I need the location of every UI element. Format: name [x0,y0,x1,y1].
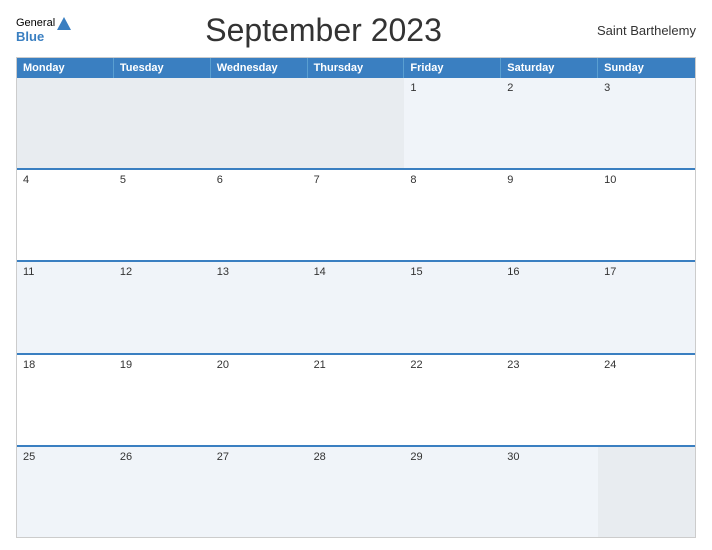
day-number: 17 [604,266,616,278]
day-cell-w2-d2: 5 [114,170,211,260]
week-row-5: 25 26 27 28 29 30 [17,445,695,537]
day-cell-w1-d6: 2 [501,78,598,168]
day-number: 28 [314,451,326,463]
day-number: 30 [507,451,519,463]
header-saturday: Saturday [501,58,598,78]
day-cell-w5-d1: 25 [17,447,114,537]
day-cell-w3-d6: 16 [501,262,598,352]
logo: General Blue [16,17,71,44]
day-cell-w3-d4: 14 [308,262,405,352]
day-cell-w2-d4: 7 [308,170,405,260]
day-cell-w5-d6: 30 [501,447,598,537]
page-header: General Blue September 2023 Saint Barthe… [16,12,696,49]
day-cell-w4-d6: 23 [501,355,598,445]
day-number: 3 [604,82,610,94]
day-cell-w1-d1 [17,78,114,168]
week-row-4: 18 19 20 21 22 23 24 [17,353,695,445]
header-sunday: Sunday [598,58,695,78]
day-number: 19 [120,359,132,371]
day-cell-w4-d4: 21 [308,355,405,445]
day-cell-w1-d4 [308,78,405,168]
day-cell-w5-d4: 28 [308,447,405,537]
day-number: 12 [120,266,132,278]
day-cell-w3-d3: 13 [211,262,308,352]
day-number: 4 [23,174,29,186]
calendar-page: General Blue September 2023 Saint Barthe… [0,0,712,550]
day-number: 2 [507,82,513,94]
day-cell-w2-d1: 4 [17,170,114,260]
day-headers-row: Monday Tuesday Wednesday Thursday Friday… [17,58,695,78]
day-number: 24 [604,359,616,371]
day-cell-w4-d2: 19 [114,355,211,445]
day-cell-w3-d5: 15 [404,262,501,352]
calendar-title: September 2023 [71,12,576,49]
day-cell-w1-d5: 1 [404,78,501,168]
day-number: 23 [507,359,519,371]
day-cell-w3-d2: 12 [114,262,211,352]
day-number: 6 [217,174,223,186]
calendar-grid: Monday Tuesday Wednesday Thursday Friday… [16,57,696,538]
day-number: 10 [604,174,616,186]
day-number: 1 [410,82,416,94]
logo-line: General [16,17,71,30]
day-cell-w3-d7: 17 [598,262,695,352]
day-cell-w5-d2: 26 [114,447,211,537]
day-number: 9 [507,174,513,186]
header-tuesday: Tuesday [114,58,211,78]
day-number: 20 [217,359,229,371]
day-number: 26 [120,451,132,463]
day-number: 5 [120,174,126,186]
day-cell-w1-d2 [114,78,211,168]
day-number: 25 [23,451,35,463]
region-label: Saint Barthelemy [576,23,696,38]
day-cell-w2-d7: 10 [598,170,695,260]
day-number: 22 [410,359,422,371]
day-cell-w5-d3: 27 [211,447,308,537]
week-row-1: 1 2 3 [17,78,695,168]
day-number: 13 [217,266,229,278]
day-number: 7 [314,174,320,186]
day-number: 14 [314,266,326,278]
day-number: 18 [23,359,35,371]
week-row-3: 11 12 13 14 15 16 17 [17,260,695,352]
header-monday: Monday [17,58,114,78]
logo-general-text: General [16,17,55,29]
day-cell-w2-d6: 9 [501,170,598,260]
day-number: 21 [314,359,326,371]
day-cell-w2-d5: 8 [404,170,501,260]
day-number: 27 [217,451,229,463]
day-cell-w5-d7 [598,447,695,537]
header-wednesday: Wednesday [211,58,308,78]
day-cell-w5-d5: 29 [404,447,501,537]
day-number: 29 [410,451,422,463]
calendar-weeks: 1234567891011121314151617181920212223242… [17,78,695,537]
day-cell-w4-d1: 18 [17,355,114,445]
header-thursday: Thursday [308,58,405,78]
logo-triangle-icon [57,17,71,30]
day-number: 15 [410,266,422,278]
day-cell-w4-d3: 20 [211,355,308,445]
day-cell-w1-d3 [211,78,308,168]
day-cell-w1-d7: 3 [598,78,695,168]
logo-blue-text: Blue [16,30,71,44]
header-friday: Friday [404,58,501,78]
day-cell-w4-d7: 24 [598,355,695,445]
day-cell-w4-d5: 22 [404,355,501,445]
day-number: 11 [23,266,34,278]
day-number: 16 [507,266,519,278]
day-cell-w2-d3: 6 [211,170,308,260]
day-cell-w3-d1: 11 [17,262,114,352]
week-row-2: 4 5 6 7 8 9 10 [17,168,695,260]
day-number: 8 [410,174,416,186]
